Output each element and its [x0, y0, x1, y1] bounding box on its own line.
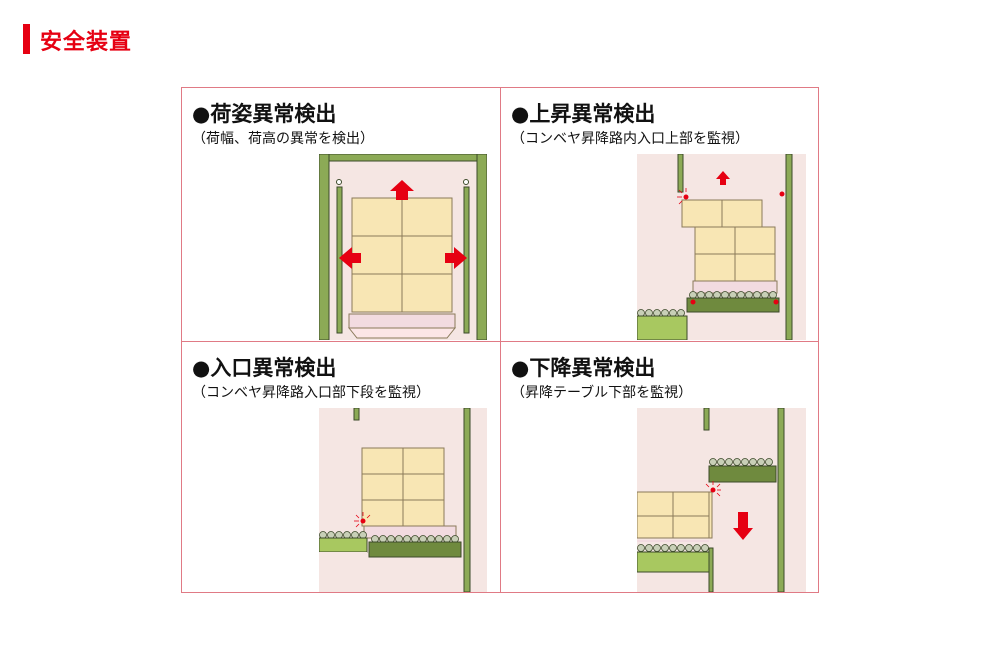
- illustration-lowering-monitoring: [637, 408, 806, 592]
- panel-lift-abnormality-detection: ●上昇異常検出 （コンベヤ昇降路内入口上部を監視）: [501, 88, 819, 341]
- panel-subtitle: （昇降テーブル下部を監視）: [511, 385, 693, 401]
- illustration-load-shape: [319, 154, 487, 340]
- title-accent-bar: [23, 24, 30, 54]
- panel-lowering-abnormality-detection: ●下降異常検出 （昇降テーブル下部を監視）: [501, 342, 819, 595]
- panel-title: ●荷姿異常検出: [192, 102, 337, 126]
- panel-title: ●上昇異常検出: [511, 102, 656, 126]
- page-title: 安全装置: [40, 30, 133, 55]
- panel-subtitle: （荷幅、荷高の異常を検出）: [192, 131, 374, 147]
- panel-subtitle: （コンベヤ昇降路入口部下段を監視）: [192, 385, 430, 401]
- panel-title: ●入口異常検出: [192, 356, 337, 380]
- panel-subtitle: （コンベヤ昇降路内入口上部を監視）: [511, 131, 749, 147]
- illustration-entrance-monitoring: [319, 408, 487, 592]
- safety-devices-grid: ●荷姿異常検出 （荷幅、荷高の異常を検出） ●上昇異常検出 （コンベヤ昇降路内入…: [181, 87, 819, 593]
- panel-load-shape-detection: ●荷姿異常検出 （荷幅、荷高の異常を検出）: [182, 88, 500, 341]
- illustration-lift-monitoring: [637, 154, 806, 340]
- panel-title: ●下降異常検出: [511, 356, 656, 380]
- panel-entrance-abnormality-detection: ●入口異常検出 （コンベヤ昇降路入口部下段を監視）: [182, 342, 500, 595]
